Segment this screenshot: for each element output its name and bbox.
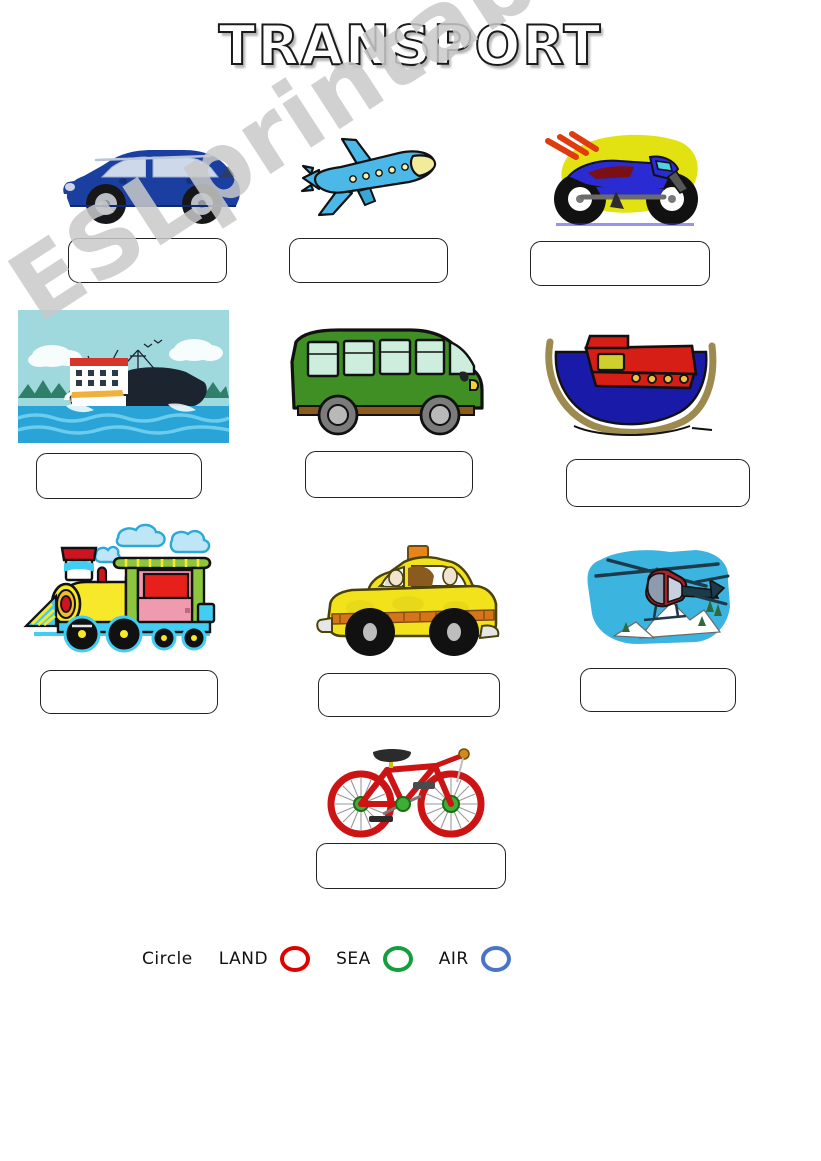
circle-outline-green-icon[interactable] <box>382 946 413 972</box>
circle-outline-blue-icon[interactable] <box>480 946 511 972</box>
picture-bicycle <box>325 742 490 842</box>
picture-car <box>60 136 245 231</box>
circle-outline-red-icon[interactable] <box>280 946 311 972</box>
answer-box-motorbike[interactable] <box>530 241 710 286</box>
picture-taxi <box>312 542 504 657</box>
page-title: TRANSPORT <box>218 13 603 78</box>
bicycle-icon <box>327 748 485 838</box>
answer-box-bus[interactable] <box>305 451 473 498</box>
motorbike-icon <box>545 131 698 226</box>
picture-ship <box>17 310 230 443</box>
category-label-sea: SEA <box>336 949 371 969</box>
train-icon <box>23 523 216 653</box>
bus-icon <box>290 328 484 436</box>
picture-motorbike <box>538 127 710 232</box>
category-label-land: LAND <box>218 949 269 969</box>
answer-box-helicopter[interactable] <box>580 668 736 712</box>
page-title-wrap: TRANSPORT <box>0 13 821 78</box>
footer-instruction-row: Circle LAND SEA AIR <box>142 946 511 972</box>
answer-box-bicycle[interactable] <box>316 843 506 889</box>
plane-icon <box>300 137 437 217</box>
picture-plane <box>295 133 445 221</box>
answer-box-plane[interactable] <box>289 238 448 283</box>
picture-train <box>22 522 234 657</box>
boat-icon <box>545 334 717 436</box>
answer-box-car[interactable] <box>68 238 227 283</box>
picture-bus <box>284 322 490 440</box>
worksheet-page: TRANSPORT ESLprintables.com <box>0 0 821 1161</box>
helicopter-icon <box>587 550 730 644</box>
picture-boat <box>540 330 720 442</box>
instruction-label: Circle <box>142 949 193 969</box>
car-icon <box>63 150 240 224</box>
answer-box-ship[interactable] <box>36 453 202 499</box>
taxi-icon <box>316 545 500 656</box>
picture-helicopter <box>578 546 736 651</box>
ship-icon <box>17 310 230 443</box>
answer-box-taxi[interactable] <box>318 673 500 717</box>
category-label-air: AIR <box>438 949 469 969</box>
answer-box-boat[interactable] <box>566 459 750 507</box>
answer-box-train[interactable] <box>40 670 218 714</box>
